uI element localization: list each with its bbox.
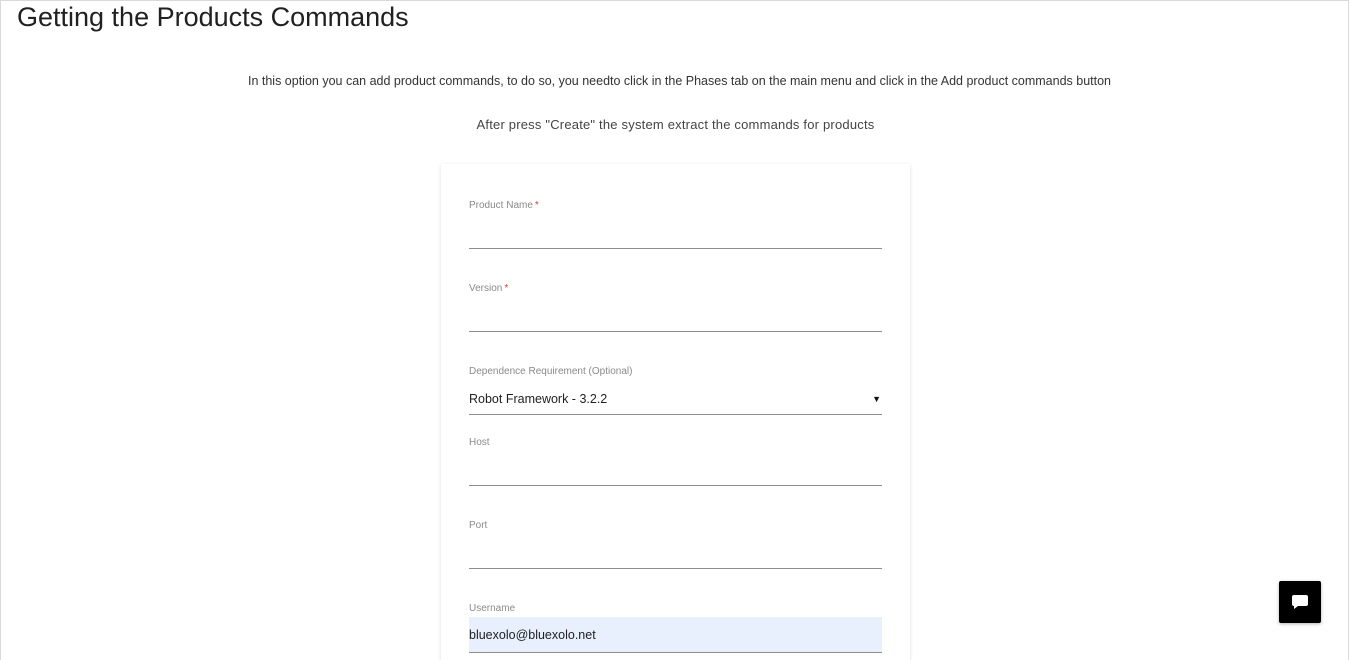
host-input[interactable]	[469, 458, 882, 486]
product-name-input[interactable]	[469, 221, 882, 249]
product-name-field: Product Name *	[469, 200, 882, 249]
dependence-field: Dependence Requirement (Optional) Robot …	[469, 366, 882, 415]
page-title: Getting the Products Commands	[17, 2, 409, 32]
required-mark: *	[534, 200, 539, 211]
chat-bubble-icon	[1292, 595, 1308, 609]
dependence-selected-value: Robot Framework - 3.2.2	[469, 391, 608, 406]
host-label: Host	[469, 437, 490, 448]
intro-text: In this option you can add product comma…	[247, 74, 1112, 88]
host-field: Host	[469, 437, 882, 486]
port-field: Port	[469, 520, 882, 569]
subintro-text: After press "Create" the system extract …	[476, 117, 875, 132]
caret-down-icon: ▼	[872, 393, 881, 404]
page: Getting the Products Commands In this op…	[0, 0, 1349, 660]
product-commands-form: Product Name * Version * Dependence Requir…	[441, 164, 910, 660]
username-input[interactable]	[469, 617, 882, 653]
version-field: Version *	[469, 283, 882, 332]
dependence-select[interactable]: Robot Framework - 3.2.2 ▼	[469, 383, 882, 415]
port-label: Port	[469, 520, 488, 531]
version-input[interactable]	[469, 304, 882, 332]
required-mark: *	[504, 283, 509, 294]
product-name-label: Product Name *	[469, 200, 539, 211]
username-field: Username	[469, 603, 882, 653]
version-label: Version *	[469, 283, 509, 294]
chat-widget-button[interactable]	[1279, 581, 1321, 623]
dependence-label: Dependence Requirement (Optional)	[469, 366, 633, 377]
port-input[interactable]	[469, 541, 882, 569]
username-label: Username	[469, 603, 516, 614]
